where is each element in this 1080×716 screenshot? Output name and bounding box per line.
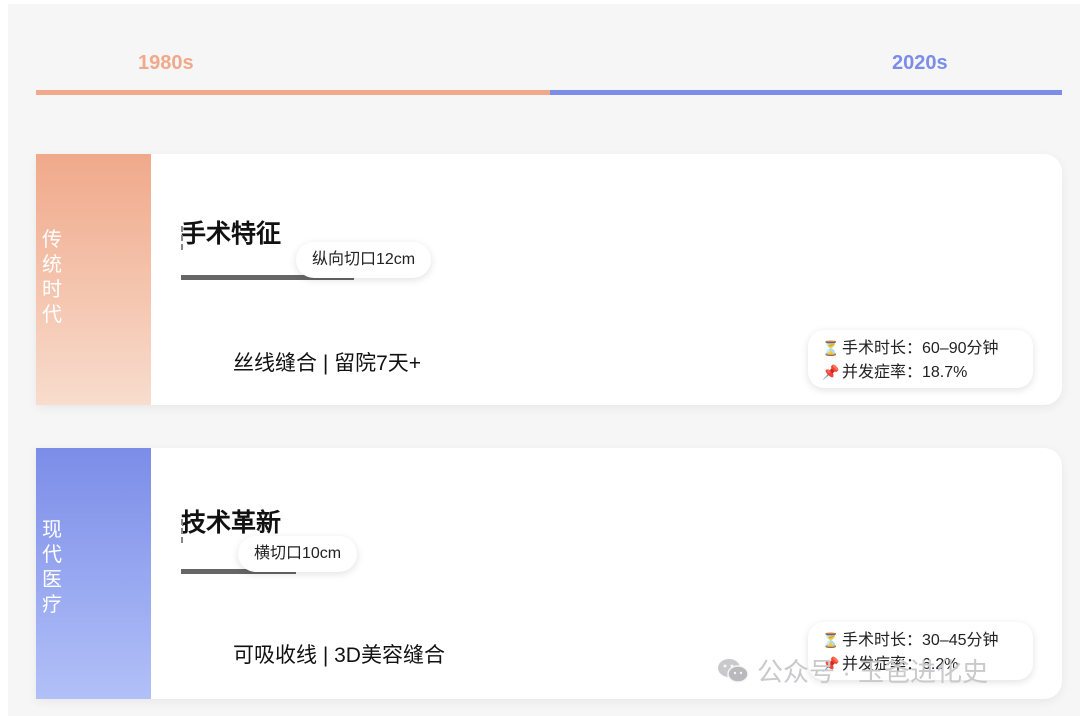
stat-complication-text: 并发症率：18.7%	[842, 364, 968, 381]
incision-marker	[181, 226, 183, 250]
card-title: 手术特征	[181, 220, 282, 248]
suture-feature: 可吸收线 | 3D美容缝合	[233, 644, 445, 667]
incision-marker	[181, 519, 183, 543]
incision-tag: 纵向切口12cm	[296, 242, 432, 278]
stat-duration-text: 手术时长：30–45分钟	[842, 632, 999, 649]
hourglass-icon: ⏳	[822, 632, 840, 648]
timeline-bar-present	[550, 90, 1062, 95]
timeline-end-label: 2020s	[892, 52, 948, 74]
stat-duration-text: 手术时长：60–90分钟	[842, 340, 999, 357]
era-label: 传统时代	[42, 229, 62, 326]
era-label: 现代医疗	[42, 519, 62, 616]
hourglass-icon: ⏳	[822, 340, 840, 356]
era-side-panel: 传统时代	[36, 154, 151, 405]
watermark: 公众号 · 玉爸进化史	[717, 652, 988, 689]
incision-tag: 横切口10cm	[238, 536, 358, 572]
stat-duration: ⏳ 手术时长：60–90分钟	[822, 336, 1033, 360]
timeline-start-label: 1980s	[138, 52, 194, 74]
card-title: 技术革新	[181, 509, 282, 537]
stat-complication: 📌 并发症率：18.7%	[822, 360, 1033, 384]
pushpin-icon: 📌	[822, 364, 840, 380]
era-side-panel: 现代医疗	[36, 448, 151, 699]
timeline-bar-past	[36, 90, 550, 95]
suture-feature: 丝线缝合 | 留院7天+	[233, 352, 422, 375]
stats-box: ⏳ 手术时长：60–90分钟 📌 并发症率：18.7%	[808, 330, 1033, 388]
stat-duration: ⏳ 手术时长：30–45分钟	[822, 628, 1033, 652]
traditional-era-card: 传统时代 手术特征 纵向切口12cm 丝线缝合 | 留院7天+ ⏳ 手术时长：60…	[36, 154, 1062, 405]
wechat-icon	[718, 659, 749, 683]
watermark-text: 公众号 · 玉爸进化史	[757, 657, 989, 687]
